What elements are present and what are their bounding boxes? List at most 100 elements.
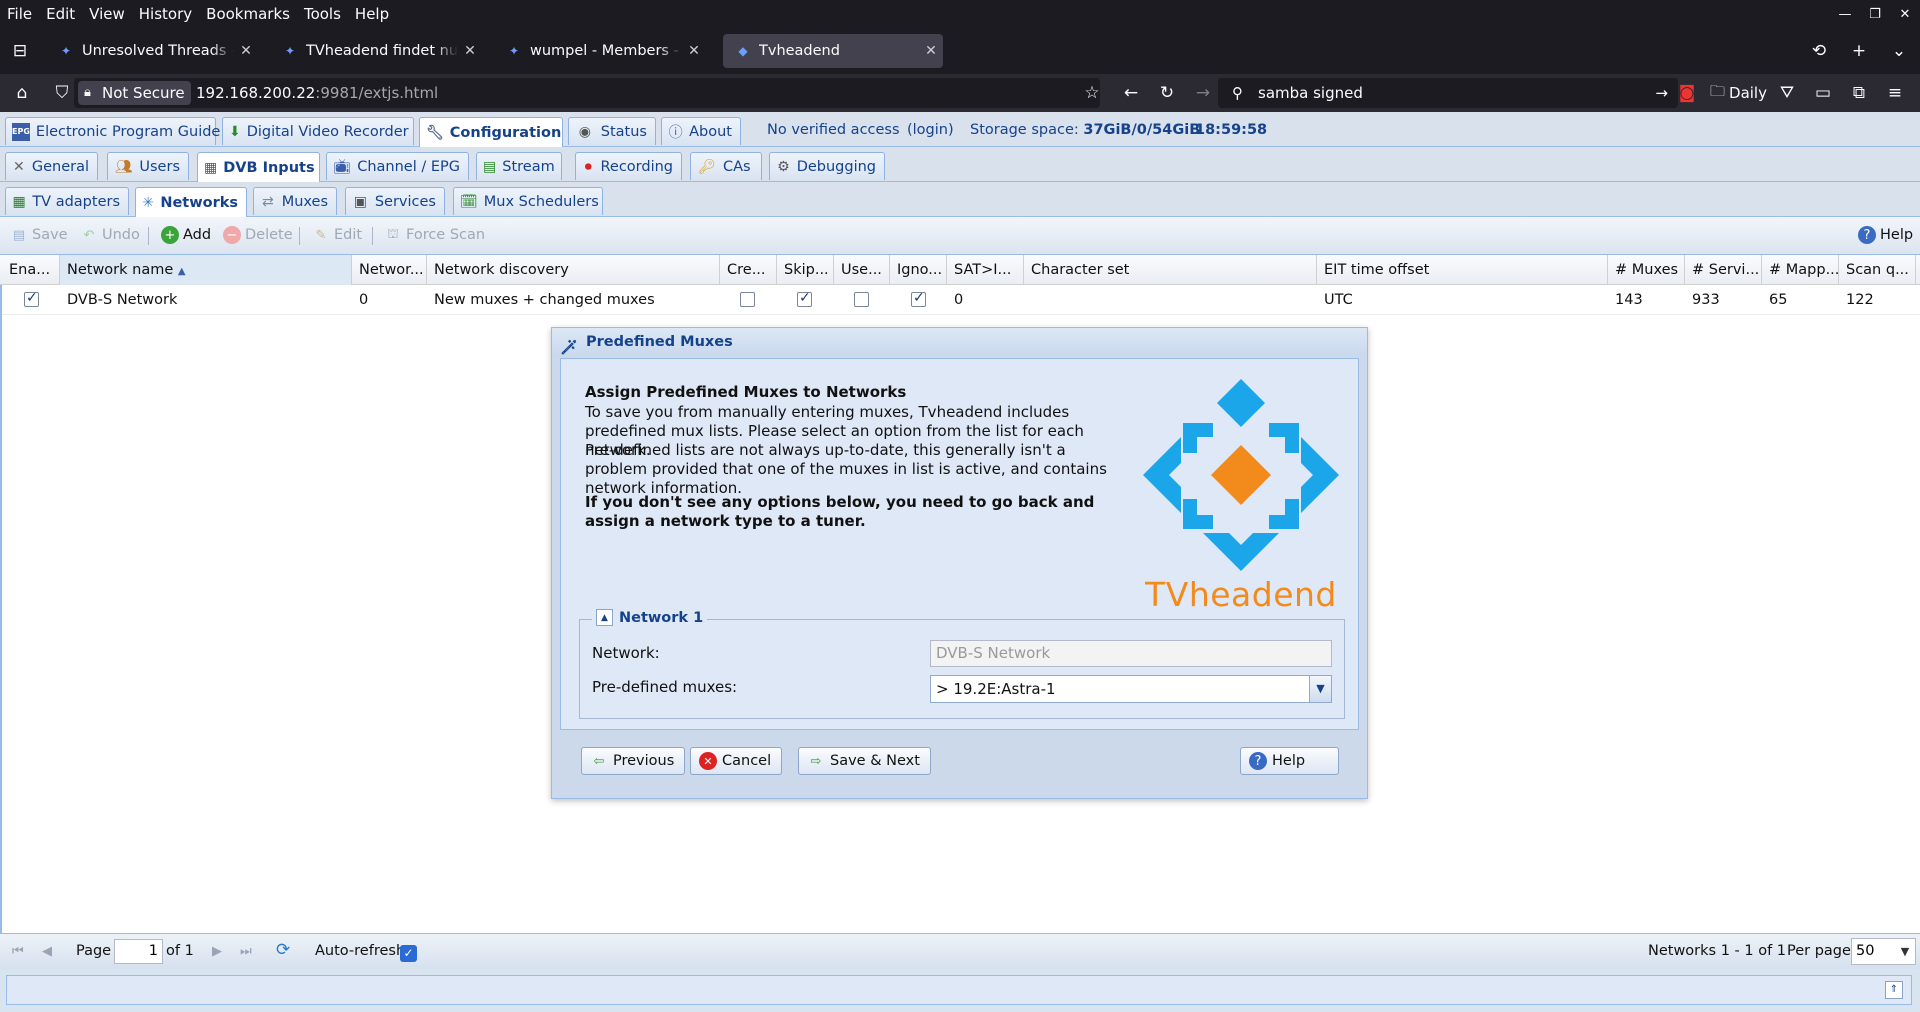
close-tab-icon[interactable]: ✕ [919,43,943,59]
create-checkbox[interactable] [740,292,755,307]
search-go-icon[interactable]: → [1655,78,1668,108]
predefined-muxes-select[interactable]: > 19.2E:Astra-1 ▼ [930,675,1332,703]
col-eit-offset[interactable]: EIT time offset [1317,255,1608,285]
firefox-view-icon[interactable]: ⟲ [1808,40,1830,62]
prev-page-icon[interactable]: ◀ [42,944,52,959]
browser-tab[interactable]: ✦ TVheadend findet nur Mu ✕ [270,34,482,68]
add-button[interactable]: + Add [161,226,211,244]
table-row[interactable]: DVB-S Network 0 New muxes + changed muxe… [2,285,1920,315]
tab-epg[interactable]: EPG Electronic Program Guide [5,117,220,145]
help-button[interactable]: ? Help [1858,226,1913,244]
col-enabled[interactable]: Ena... [2,255,60,285]
login-link[interactable]: (login) [907,122,954,138]
menu-tools[interactable]: Tools [297,5,348,23]
autorefresh-checkbox[interactable]: ✓ [400,945,417,962]
tab-dvr[interactable]: ⬇ Digital Video Recorder [222,117,414,145]
search-bar[interactable]: ⚲ samba signed → [1218,78,1678,108]
col-network-id[interactable]: Networ... [352,255,427,285]
collapse-toggle-icon[interactable]: ▲ [596,609,613,626]
per-page-select[interactable]: 50 ▼ [1851,938,1916,965]
cancel-button[interactable]: ✕ Cancel [690,747,783,775]
tab-configuration[interactable]: 🔧︎ Configuration [419,117,563,147]
col-network-discovery[interactable]: Network discovery [427,255,720,285]
last-page-icon[interactable]: ⏭ [240,944,252,959]
tab-overview-icon[interactable]: ⊟ [9,40,31,62]
tab-stream[interactable]: ▤ Stream [476,152,562,180]
back-icon[interactable]: ← [1120,82,1142,104]
menu-bookmarks[interactable]: Bookmarks [199,5,297,23]
forward-icon[interactable]: → [1192,82,1214,104]
col-scan-queue[interactable]: Scan q... [1839,255,1916,285]
minimize-icon[interactable]: — [1830,0,1860,28]
col-skip[interactable]: Skip... [777,255,834,285]
url-text[interactable]: 192.168.200.22:9981/extjs.html [196,78,438,108]
force-scan-button[interactable]: ⛫ Force Scan [384,226,485,244]
dialog-header[interactable]: 🪄︎ Predefined Muxes [552,328,1367,356]
hamburger-menu-icon[interactable]: ≡ [1884,82,1906,104]
tab-services[interactable]: ▣ Services [345,187,445,215]
bookmark-star-icon[interactable]: ☆ [1081,82,1103,104]
tab-tv-adapters[interactable]: ▦ TV adapters [5,187,129,215]
home-icon[interactable]: ⌂ [11,82,33,104]
browser-tab-active[interactable]: ◆ Tvheadend ✕ [723,34,943,68]
chevron-down-icon[interactable]: ▼ [1895,939,1915,964]
next-page-icon[interactable]: ▶ [212,944,222,959]
delete-button[interactable]: − Delete [223,226,293,244]
col-satip[interactable]: SAT>I... [947,255,1024,285]
menu-view[interactable]: View [82,5,132,23]
previous-button[interactable]: ⇦ Previous [581,747,686,775]
col-mapped[interactable]: # Mapp... [1762,255,1839,285]
refresh-icon[interactable]: ⟳ [276,940,290,960]
enabled-checkbox[interactable] [24,290,39,307]
save-button[interactable]: ▤ Save [10,226,68,244]
chevron-down-icon[interactable]: ▼ [1309,676,1331,702]
shield-icon[interactable]: ⛉ [51,82,73,104]
page-input[interactable]: 1 [114,939,163,964]
col-ignore[interactable]: Igno... [890,255,947,285]
tab-recording[interactable]: ⏺ Recording [575,152,682,180]
first-page-icon[interactable]: ⏮ [12,944,24,959]
col-muxes[interactable]: # Muxes [1608,255,1685,285]
col-use[interactable]: Use... [834,255,890,285]
list-tabs-icon[interactable]: ⌄ [1888,40,1910,62]
menu-file[interactable]: File [0,5,39,23]
col-network-name[interactable]: Network name ▲ [60,255,352,285]
close-window-icon[interactable]: ✕ [1890,0,1920,28]
menu-help[interactable]: Help [348,5,396,23]
url-bar[interactable]: 🔒︎ Not Secure 192.168.200.22:9981/extjs.h… [74,78,1100,108]
restore-icon[interactable]: ❐ [1860,0,1890,28]
close-tab-icon[interactable]: ✕ [682,43,706,59]
bookmark-folder-daily[interactable]: 🗀︎ Daily [1710,82,1780,104]
undo-button[interactable]: ↶ Undo [80,226,140,244]
col-create[interactable]: Cre... [720,255,777,285]
tab-general[interactable]: ✕ General [5,152,98,180]
tab-muxes[interactable]: ⇄ Muxes [253,187,337,215]
tab-users[interactable]: 👥︎ Users [107,152,189,180]
tab-mux-schedulers[interactable]: 🗓︎ Mux Schedulers [453,187,603,215]
browser-tab[interactable]: ✦ Unresolved Threads - Kodi ✕ [46,34,258,68]
tab-status[interactable]: ◉ Status [568,117,656,145]
ublock-icon[interactable]: ◙ [1676,82,1698,104]
reload-icon[interactable]: ↻ [1156,82,1178,104]
extension-icon[interactable]: ▭ [1812,82,1834,104]
fieldset-legend[interactable]: ▲ Network 1 [592,609,708,626]
menu-history[interactable]: History [132,5,199,23]
expand-up-icon[interactable]: ⇑ [1885,981,1903,999]
tab-about[interactable]: ⓘ About [661,117,741,145]
extensions-puzzle-icon[interactable]: ⧉ [1848,82,1870,104]
col-services[interactable]: # Servi... [1685,255,1762,285]
tab-cas[interactable]: 🔑︎ CAs [690,152,762,180]
browser-tab[interactable]: ✦ wumpel - Members - Kodi ✕ [494,34,706,68]
skip-checkbox[interactable] [797,290,812,307]
close-tab-icon[interactable]: ✕ [234,43,258,59]
security-badge[interactable]: 🔒︎ Not Secure [78,81,191,105]
tab-channel-epg[interactable]: 📺︎ Channel / EPG [326,152,469,180]
tab-networks[interactable]: ✳ Networks [135,187,247,217]
pocket-icon[interactable]: ⛛ [1776,82,1798,104]
dialog-help-button[interactable]: ? Help [1240,747,1339,775]
ignore-checkbox[interactable] [911,290,926,307]
close-tab-icon[interactable]: ✕ [458,43,482,59]
use-checkbox[interactable] [854,292,869,307]
col-character-set[interactable]: Character set [1024,255,1317,285]
new-tab-icon[interactable]: + [1848,40,1870,62]
